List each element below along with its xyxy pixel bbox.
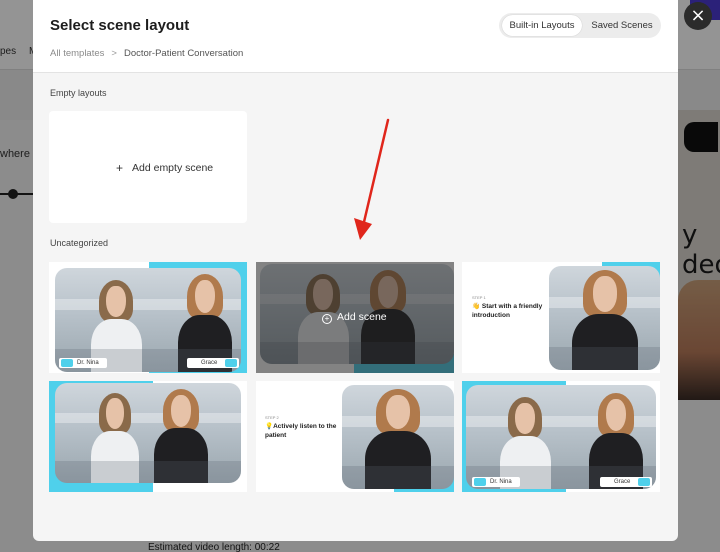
breadcrumb-all-templates[interactable]: All templates xyxy=(50,48,104,59)
step-label: STEP 1 xyxy=(472,295,486,300)
name-tag-patient: Grace xyxy=(187,358,239,368)
caption-icon xyxy=(225,359,237,367)
patient-avatar xyxy=(154,389,208,483)
layout-source-toggle: Built-in Layouts Saved Scenes xyxy=(499,13,661,38)
section-uncategorized: Uncategorized xyxy=(50,238,109,248)
scene-layout-card[interactable]: STEP 1 👋 Start with a friendly introduct… xyxy=(462,262,660,373)
patient-avatar xyxy=(365,389,431,489)
breadcrumb-current: Doctor-Patient Conversation xyxy=(123,48,244,59)
scene-thumbnail xyxy=(55,268,241,372)
scene-layout-card[interactable]: Dr. Nina Grace xyxy=(49,262,247,373)
step-text: 💡Actively listen to the patient xyxy=(265,423,337,439)
close-modal-button[interactable]: × xyxy=(684,2,712,30)
plus-icon: + xyxy=(116,161,124,175)
tab-built-in-layouts[interactable]: Built-in Layouts xyxy=(502,15,582,36)
patient-avatar xyxy=(589,393,643,489)
doctor-avatar xyxy=(91,393,139,483)
add-scene-label: Add scene xyxy=(337,311,387,323)
scene-thumbnail xyxy=(55,383,241,483)
breadcrumb-separator-icon: > xyxy=(111,48,117,59)
step-text: 👋 Start with a friendly introduction xyxy=(472,303,543,319)
name-tag-doctor: Dr. Nina xyxy=(59,358,107,368)
tab-saved-scenes[interactable]: Saved Scenes xyxy=(585,15,659,36)
caption-icon xyxy=(638,478,650,486)
scene-thumbnail xyxy=(549,266,660,370)
add-empty-scene-card[interactable]: + Add empty scene xyxy=(49,111,247,223)
step-label: STEP 2 xyxy=(265,415,279,420)
patient-avatar xyxy=(572,270,638,370)
annotation-arrow-icon xyxy=(354,118,390,240)
scene-layout-card-hovered[interactable]: + Add scene xyxy=(256,262,454,373)
modal-title: Select scene layout xyxy=(50,17,190,34)
doctor-avatar xyxy=(499,397,551,489)
name-tag-doctor: Dr. Nina xyxy=(472,477,520,487)
breadcrumb: All templates > Doctor-Patient Conversatio… xyxy=(50,48,243,59)
scene-layout-card[interactable]: Dr. Nina Grace xyxy=(462,381,660,492)
section-empty-layouts: Empty layouts xyxy=(50,88,107,98)
caption-icon xyxy=(474,478,486,486)
add-scene-button[interactable]: + Add scene xyxy=(322,311,387,324)
add-empty-scene-label: Add empty scene xyxy=(132,162,214,174)
scene-layout-card[interactable] xyxy=(49,381,247,492)
caption-icon xyxy=(61,359,73,367)
scene-layout-modal: Select scene layout All templates > Doctor… xyxy=(33,0,678,541)
close-icon: × xyxy=(690,5,706,26)
scene-layout-card[interactable]: STEP 2 💡Actively listen to the patient xyxy=(256,381,454,492)
add-circle-icon: + xyxy=(322,314,332,324)
scene-thumbnail xyxy=(466,385,656,489)
scene-thumbnail xyxy=(342,385,454,489)
modal-header: Select scene layout All templates > Doctor… xyxy=(33,0,678,73)
name-tag-patient: Grace xyxy=(600,477,652,487)
